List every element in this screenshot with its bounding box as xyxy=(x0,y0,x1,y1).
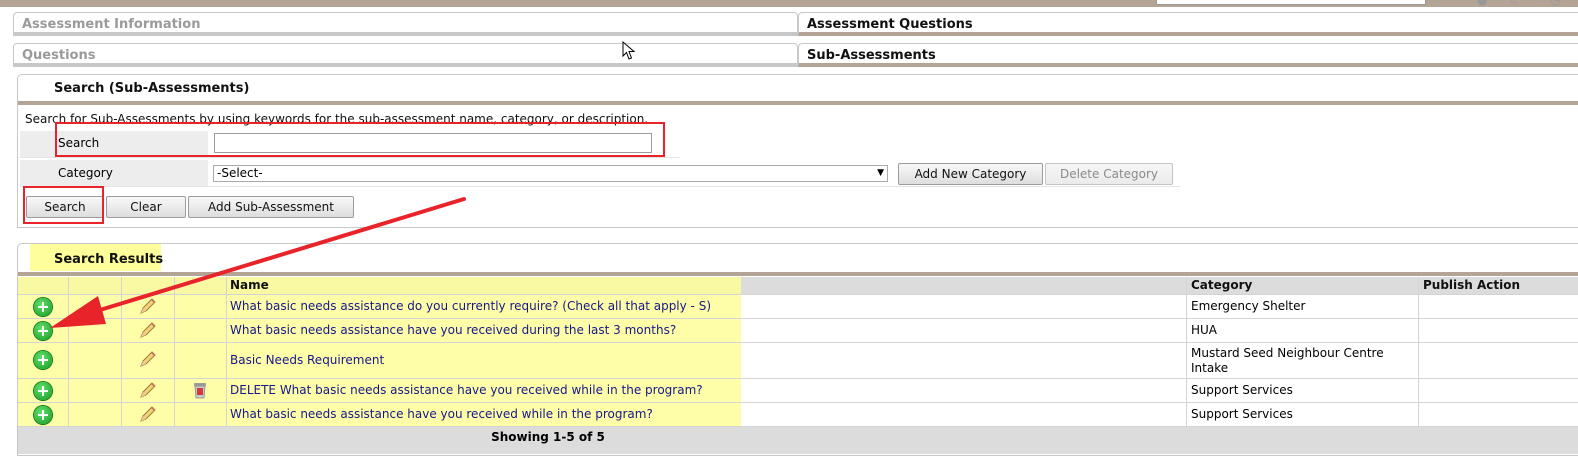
red-arrow-annotation xyxy=(50,197,466,328)
